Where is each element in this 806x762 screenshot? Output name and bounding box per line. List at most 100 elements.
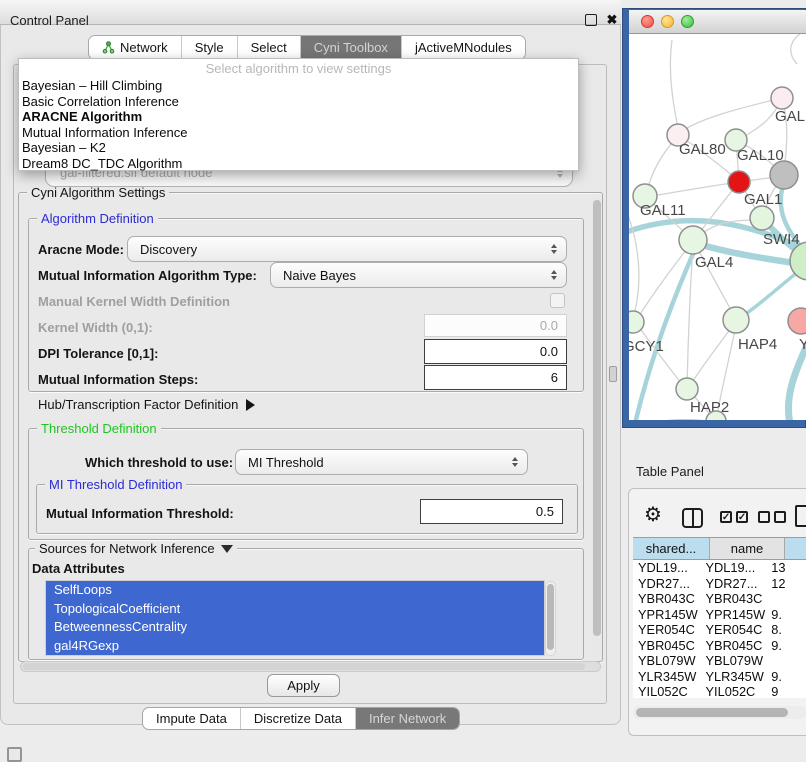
mi-type-combo[interactable]: Naive Bayes — [270, 262, 567, 288]
document-icon[interactable] — [795, 505, 806, 527]
network-node-gal[interactable] — [771, 87, 793, 109]
mi-threshold-field[interactable]: 0.5 — [420, 499, 563, 524]
network-node[interactable] — [728, 171, 750, 193]
aracne-mode-value: Discovery — [140, 237, 197, 261]
dpi-tolerance-field[interactable]: 0.0 — [424, 339, 567, 364]
table-row[interactable]: YBR043CYBR043C — [633, 591, 806, 607]
attribute-item-topologicalcoefficient[interactable]: TopologicalCoefficient — [46, 600, 544, 619]
network-node-hap4[interactable] — [723, 307, 749, 333]
sources-title-row[interactable]: Sources for Network Inference — [35, 541, 237, 557]
network-icon — [102, 41, 115, 54]
node-label-gal1: GAL1 — [744, 191, 782, 208]
bottom-tab-infer-network[interactable]: Infer Network — [356, 708, 459, 729]
node-label-swi4: SWI4 — [763, 231, 800, 248]
network-node[interactable] — [770, 161, 798, 189]
minimize-traffic-light-icon[interactable] — [661, 15, 674, 28]
bottom-tab-discretize-data[interactable]: Discretize Data — [241, 708, 356, 729]
node-label-gcy1: GCY1 — [629, 338, 664, 355]
mi-type-label: Mutual Information Algorithm Type: — [38, 268, 257, 284]
which-threshold-label: Which threshold to use: — [85, 455, 233, 471]
collapse-down-icon — [221, 545, 233, 553]
node-label-gal80: GAL80 — [679, 141, 726, 158]
table-cell — [766, 653, 806, 669]
network-node-gal4[interactable] — [679, 226, 707, 254]
algorithm-option-dream8-dc-tdc-algorithm[interactable]: Dream8 DC_TDC Algorithm — [19, 156, 578, 172]
checked-boxes-icon[interactable]: ✓✓ — [720, 511, 748, 523]
column-header-name[interactable]: name — [710, 538, 785, 559]
data-attributes-list: SelfLoopsTopologicalCoefficientBetweenne… — [45, 580, 545, 656]
manual-kernel-label: Manual Kernel Width Definition — [38, 294, 230, 310]
table-cell: YBL079W — [701, 653, 767, 669]
tab-jactivemnodules[interactable]: jActiveMNodules — [402, 36, 525, 59]
table-cell: 8. — [766, 622, 806, 638]
apply-button[interactable]: Apply — [267, 674, 340, 697]
table-header: shared...name — [633, 537, 806, 560]
table-row[interactable]: YBL079WYBL079W — [633, 653, 806, 669]
hub-section-label: Hub/Transcription Factor Definition — [38, 397, 238, 412]
close-traffic-light-icon[interactable] — [641, 15, 654, 28]
table-row[interactable]: YER054CYER054C8. — [633, 622, 806, 638]
aracne-mode-combo[interactable]: Discovery — [127, 236, 567, 262]
attributes-scrollbar[interactable] — [545, 581, 556, 656]
tab-network[interactable]: Network — [89, 36, 182, 59]
table-horizontal-scrollbar[interactable] — [633, 706, 806, 719]
table-row[interactable]: YBR045CYBR045C9. — [633, 638, 806, 654]
columns-icon[interactable] — [682, 508, 703, 528]
mi-type-value: Naive Bayes — [283, 263, 356, 287]
table-row[interactable]: YLR345WYLR345W9. — [633, 669, 806, 685]
table-cell: YPR145W — [701, 607, 767, 623]
table-cell: 9. — [766, 607, 806, 623]
network-node-gal1[interactable] — [750, 206, 774, 230]
network-canvas[interactable]: GALGAL80GAL10GAL11GAL1GAL4SWI4GCY1HAP4YH… — [629, 34, 806, 420]
algorithm-option-basic-correlation-inference[interactable]: Basic Correlation Inference — [19, 94, 578, 110]
manual-kernel-checkbox[interactable] — [550, 293, 565, 308]
zoom-traffic-light-icon[interactable] — [681, 15, 694, 28]
algorithm-option-aracne-algorithm[interactable]: ARACNE Algorithm — [19, 109, 578, 125]
tab-style[interactable]: Style — [182, 36, 238, 59]
table-cell: YBR043C — [701, 591, 767, 607]
which-threshold-combo[interactable]: MI Threshold — [235, 449, 528, 475]
attribute-item-selfloops[interactable]: SelfLoops — [46, 581, 544, 600]
sources-title: Sources for Network Inference — [39, 541, 215, 556]
algorithm-definition-title: Algorithm Definition — [37, 211, 158, 227]
network-node-hap2[interactable] — [676, 378, 698, 400]
bottom-tab-impute-data[interactable]: Impute Data — [143, 708, 241, 729]
table-cell: YLR345W — [701, 669, 767, 685]
threshold-definition-title: Threshold Definition — [37, 421, 161, 437]
mi-steps-label: Mutual Information Steps: — [38, 372, 198, 388]
control-panel-tab-bar: Network StyleSelectCyni ToolboxjActiveMNo… — [88, 35, 526, 60]
table-cell: 12 — [766, 576, 806, 592]
which-threshold-value: MI Threshold — [248, 450, 324, 474]
table-cell: YBR045C — [701, 638, 767, 654]
attribute-item-betweennesscentrality[interactable]: BetweennessCentrality — [46, 618, 544, 637]
table-row[interactable]: YDL19...YDL19...13 — [633, 560, 806, 576]
float-window-icon[interactable] — [585, 14, 597, 26]
table-row[interactable]: YPR145WYPR145W9. — [633, 607, 806, 623]
table-panel-title: Table Panel — [636, 463, 704, 480]
unchecked-boxes-icon[interactable] — [758, 511, 786, 523]
algorithm-option-mutual-information-inference[interactable]: Mutual Information Inference — [19, 125, 578, 141]
tab-select[interactable]: Select — [238, 36, 301, 59]
network-node-y[interactable] — [788, 308, 806, 334]
column-header-2[interactable] — [785, 538, 806, 559]
settings-scrollbar[interactable] — [592, 197, 602, 657]
tab-label: Network — [120, 40, 168, 55]
restore-panel-icon[interactable] — [7, 747, 22, 762]
settings-gear-icon[interactable]: ⚙ — [644, 503, 662, 527]
hub-section-toggle[interactable]: Hub/Transcription Factor Definition — [38, 397, 255, 413]
mi-steps-field[interactable]: 6 — [424, 365, 567, 390]
column-header-shared[interactable]: shared... — [633, 538, 710, 559]
kernel-width-field[interactable]: 0.0 — [424, 314, 567, 337]
algorithm-option-bayesian-hill-climbing[interactable]: Bayesian – Hill Climbing — [19, 78, 578, 94]
panel-divider-handle[interactable] — [609, 366, 617, 382]
network-node-gcy1[interactable] — [629, 311, 644, 333]
table-cell: 13 — [766, 560, 806, 576]
table-row[interactable]: YIL052CYIL052C9 — [633, 684, 806, 698]
algorithm-option-bayesian-k2[interactable]: Bayesian – K2 — [19, 140, 578, 156]
table-row[interactable]: YDR27...YDR27...12 — [633, 576, 806, 592]
close-icon[interactable]: ✖ — [604, 11, 620, 29]
dpi-tolerance-label: DPI Tolerance [0,1]: — [38, 346, 158, 362]
settings-horizontal-scrollbar[interactable] — [20, 661, 601, 672]
tab-cyni-toolbox[interactable]: Cyni Toolbox — [301, 36, 402, 59]
attribute-item-gal4rgexp[interactable]: gal4RGexp — [46, 637, 544, 656]
